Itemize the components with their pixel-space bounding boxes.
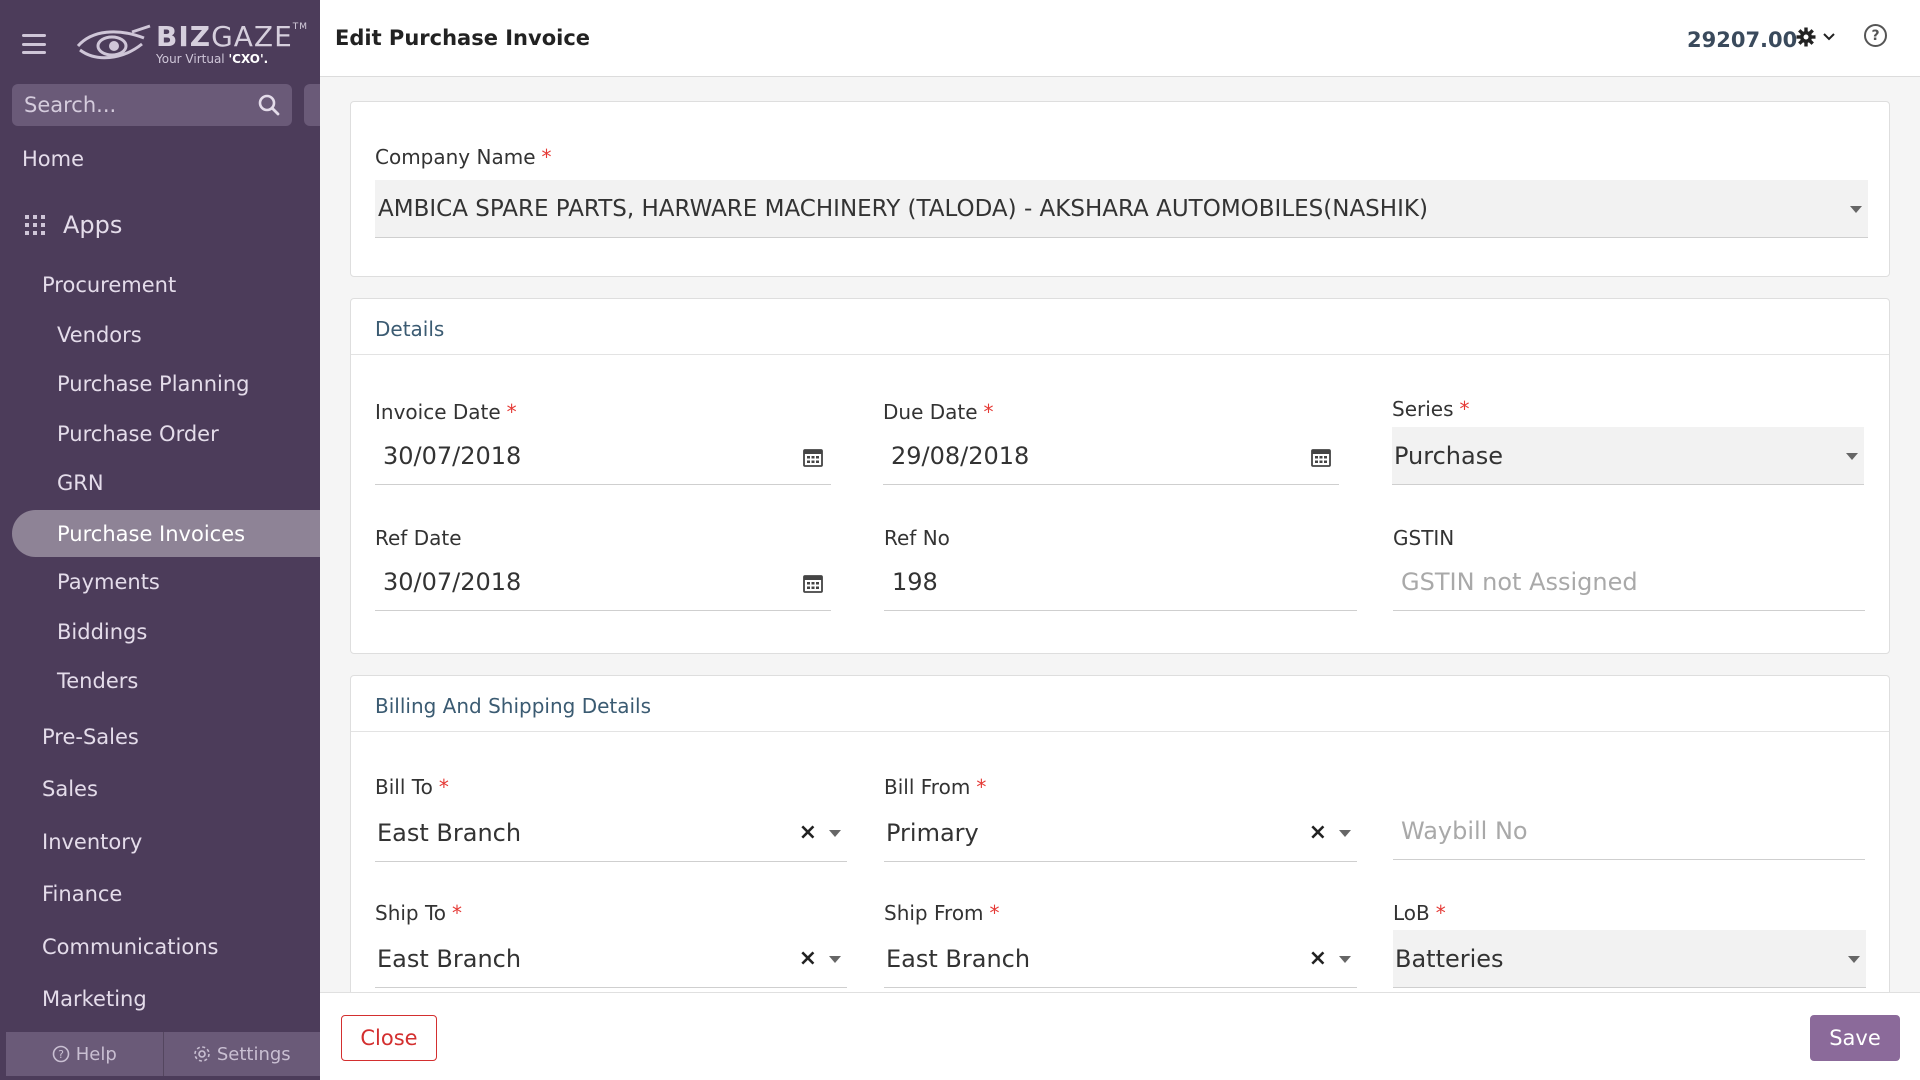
sidebar-item-purchase-invoices[interactable]: Purchase Invoices	[12, 510, 320, 557]
ship-from-field: Ship From * East Branch ×	[884, 901, 1357, 988]
caret-down-icon	[1848, 956, 1860, 963]
save-button[interactable]: Save	[1810, 1015, 1900, 1061]
gstin-input[interactable]: GSTIN not Assigned	[1393, 553, 1865, 611]
logo-name: BIZGAZETM	[156, 20, 309, 53]
caret-down-icon	[829, 830, 841, 837]
ship-from-select[interactable]: East Branch ×	[884, 930, 1357, 988]
nav-home[interactable]: Home	[0, 144, 320, 174]
svg-text:?: ?	[58, 1048, 64, 1061]
search-input[interactable]	[24, 93, 258, 117]
apps-grid-icon	[25, 215, 45, 235]
bill-to-select[interactable]: East Branch ×	[375, 804, 847, 862]
sidebar-item-payments[interactable]: Payments	[0, 567, 320, 597]
calendar-icon[interactable]	[803, 447, 823, 467]
ship-to-field: Ship To * East Branch ×	[375, 901, 847, 988]
caret-down-icon	[1339, 830, 1351, 837]
bill-from-select[interactable]: Primary ×	[884, 804, 1357, 862]
nav-pre-sales[interactable]: Pre-Sales	[0, 722, 320, 752]
ref-no-input[interactable]: 198	[884, 553, 1357, 611]
billing-card: Billing And Shipping Details Bill To * Ea…	[350, 675, 1890, 1005]
clear-icon[interactable]: ×	[799, 946, 817, 971]
gstin-field: GSTIN GSTIN not Assigned	[1393, 526, 1865, 611]
logo-eye-icon	[76, 24, 151, 60]
sidebar-item-purchase-planning[interactable]: Purchase Planning	[0, 369, 320, 399]
action-bar: Close Save	[320, 992, 1920, 1080]
sidebar-search	[12, 84, 292, 126]
gear-icon	[1796, 27, 1816, 47]
search-side-button[interactable]	[304, 84, 320, 126]
sidebar-footer: ? Help Settings	[6, 1032, 320, 1076]
sidebar-item-tenders[interactable]: Tenders	[0, 666, 320, 696]
company-name-field: Company Name * AMBICA SPARE PARTS, HARWAR…	[375, 145, 1868, 238]
nav-apps[interactable]: Apps	[0, 208, 320, 242]
caret-down-icon	[829, 956, 841, 963]
bizgaze-logo[interactable]: BIZGAZETM Your Virtual 'CXO'.	[74, 23, 308, 65]
close-button[interactable]: Close	[341, 1015, 437, 1061]
due-date-input[interactable]: 29/08/2018	[883, 427, 1339, 485]
series-field: Series * Purchase	[1392, 397, 1864, 485]
invoice-date-field: Invoice Date * 30/07/2018	[375, 400, 831, 485]
page-title: Edit Purchase Invoice	[335, 26, 591, 50]
help-icon: ?	[52, 1045, 70, 1063]
bill-to-field: Bill To * East Branch ×	[375, 775, 847, 862]
company-card: Company Name * AMBICA SPARE PARTS, HARWAR…	[350, 101, 1890, 277]
page-header: Edit Purchase Invoice 29207.00 ?	[320, 0, 1920, 77]
settings-button[interactable]: Settings	[164, 1032, 321, 1076]
sidebar-item-vendors[interactable]: Vendors	[0, 320, 320, 350]
ref-no-field: Ref No 198	[884, 526, 1357, 611]
company-name-select[interactable]: AMBICA SPARE PARTS, HARWARE MACHINERY (T…	[375, 180, 1868, 238]
nav-marketing[interactable]: Marketing	[0, 984, 320, 1014]
help-button[interactable]: ? Help	[6, 1032, 164, 1076]
nav-procurement[interactable]: Procurement	[0, 270, 320, 300]
calendar-icon[interactable]	[1311, 447, 1331, 467]
logo-tagline: Your Virtual 'CXO'.	[156, 52, 269, 66]
series-select[interactable]: Purchase	[1392, 427, 1864, 485]
invoice-date-input[interactable]: 30/07/2018	[375, 427, 831, 485]
bill-from-field: Bill From * Primary ×	[884, 775, 1357, 862]
caret-down-icon	[1339, 956, 1351, 963]
sidebar-item-purchase-order[interactable]: Purchase Order	[0, 419, 320, 449]
caret-down-icon	[1850, 206, 1862, 213]
clear-icon[interactable]: ×	[1309, 820, 1327, 845]
nav-finance[interactable]: Finance	[0, 879, 320, 909]
settings-dropdown[interactable]	[1796, 27, 1836, 47]
sidebar-item-grn[interactable]: GRN	[0, 468, 320, 498]
clear-icon[interactable]: ×	[1309, 946, 1327, 971]
details-section-title: Details	[351, 299, 1889, 355]
sidebar: BIZGAZETM Your Virtual 'CXO'. Home Apps …	[0, 0, 320, 1080]
due-date-field: Due Date * 29/08/2018	[883, 400, 1339, 485]
lob-field: LoB * Batteries	[1393, 901, 1866, 988]
billing-section-title: Billing And Shipping Details	[351, 676, 1889, 732]
details-card: Details Invoice Date * 30/07/2018 Due Dat…	[350, 298, 1890, 654]
search-icon[interactable]	[258, 94, 280, 116]
clear-icon[interactable]: ×	[799, 820, 817, 845]
nav-communications[interactable]: Communications	[0, 932, 320, 962]
invoice-amount: 29207.00	[1687, 28, 1798, 52]
nav-sales[interactable]: Sales	[0, 774, 320, 804]
brand-header: BIZGAZETM Your Virtual 'CXO'.	[22, 18, 308, 70]
caret-down-icon	[1846, 453, 1858, 460]
ship-to-select[interactable]: East Branch ×	[375, 930, 847, 988]
ref-date-input[interactable]: 30/07/2018	[375, 553, 831, 611]
calendar-icon[interactable]	[803, 573, 823, 593]
help-circle-icon[interactable]: ?	[1864, 24, 1887, 47]
hamburger-menu-icon[interactable]	[22, 34, 46, 54]
sidebar-item-biddings[interactable]: Biddings	[0, 617, 320, 647]
settings-gear-icon	[194, 1046, 210, 1062]
lob-select[interactable]: Batteries	[1393, 930, 1866, 988]
company-name-label: Company Name *	[375, 145, 552, 169]
ref-date-field: Ref Date 30/07/2018	[375, 526, 831, 611]
chevron-down-icon	[1823, 33, 1835, 41]
nav-inventory[interactable]: Inventory	[0, 827, 320, 857]
waybill-no-input[interactable]: Waybill No	[1393, 802, 1865, 860]
